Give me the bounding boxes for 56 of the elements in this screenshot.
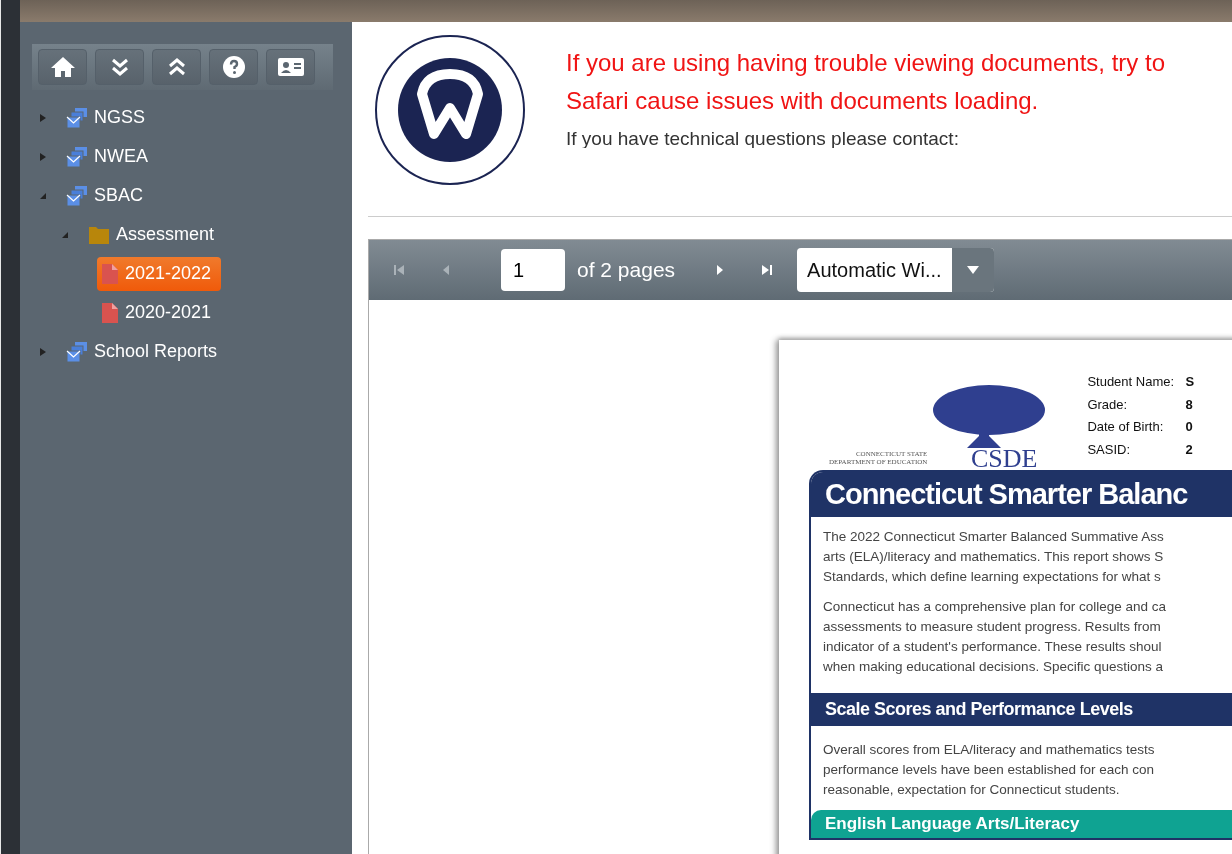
caret-down-icon: [967, 266, 980, 274]
report-title: Connecticut Smarter Balanc: [811, 472, 1232, 517]
report-text-line: when making educational decisions. Specific questions a: [823, 658, 1164, 676]
collapsed-arrow-icon[interactable]: [38, 151, 48, 162]
report-text-line: Connecticut has a comprehensive plan for college and ca: [823, 598, 1167, 616]
report-text-line: performance levels have been established for each con: [823, 761, 1155, 779]
folder-icon: [88, 224, 110, 245]
report-text-line: reasonable, expectation for Connecticut students.: [823, 781, 1121, 799]
stacked-documents-icon: [66, 340, 88, 363]
profile-button[interactable]: [266, 49, 315, 85]
agency-logo-text: CSDE: [970, 448, 1038, 470]
last-page-icon[interactable]: [761, 264, 774, 276]
report-text-line: indicator of a student's performance. These results shoul: [823, 638, 1163, 656]
zoom-dropdown[interactable]: Automatic Wi...: [797, 248, 995, 292]
stacked-documents-icon: [66, 145, 88, 168]
report-text-line: arts (ELA)/literacy and mathematics. This report shows S: [823, 548, 1165, 566]
field-value: 0: [1185, 419, 1193, 436]
page-number-field[interactable]: 1: [501, 249, 565, 291]
field-value: 8: [1185, 396, 1193, 414]
expand-button[interactable]: [95, 49, 144, 85]
field-label: SASID:: [1087, 441, 1131, 459]
collapsed-arrow-icon[interactable]: [38, 112, 48, 123]
field-value: S: [1185, 374, 1195, 391]
tree-item[interactable]: Assessment: [84, 218, 225, 251]
section-heading: Scale Scores and Performance Levels: [811, 693, 1232, 726]
field-label: Date of Birth:: [1087, 419, 1165, 436]
tree-item[interactable]: NWEA: [62, 139, 158, 174]
pdf-file-icon: [101, 262, 119, 285]
report-text-line: The 2022 Connecticut Smarter Balanced Summative Ass: [823, 528, 1165, 546]
stacked-documents-icon: [66, 106, 88, 129]
report-text-line: Standards, which define learning expectations for what s: [823, 568, 1162, 586]
subject-heading: English Language Arts/Literacy: [811, 810, 1232, 838]
warning-text: If you are using having trouble viewing documents, try to: [566, 48, 1165, 78]
id-card-icon: [276, 57, 305, 77]
field-label: Grade:: [1087, 396, 1129, 414]
page-count-text: of 2 pages: [577, 258, 676, 282]
home-icon: [49, 56, 76, 78]
field-value: 2: [1185, 441, 1193, 459]
pdf-file-icon: [101, 301, 119, 324]
tree-item[interactable]: NGSS: [62, 100, 155, 135]
tree-item[interactable]: 2021-2022: [97, 256, 222, 291]
double-chevron-down-icon: [109, 57, 130, 77]
double-chevron-up-icon: [166, 57, 187, 77]
help-button[interactable]: [209, 49, 258, 85]
field-label: Student Name:: [1087, 374, 1176, 391]
home-button[interactable]: [38, 49, 87, 85]
tree-item[interactable]: SBAC: [62, 178, 154, 213]
stacked-documents-icon: [66, 184, 88, 207]
report-text-line: assessments to measure student progress. Results from: [823, 618, 1162, 636]
collapse-button[interactable]: [152, 49, 201, 85]
tree-item[interactable]: School Reports: [62, 334, 228, 369]
help-icon: [221, 55, 246, 79]
warning-text: Safari cause issues with documents loading.: [566, 86, 1040, 116]
report-text-line: Overall scores from ELA/literacy and mathematics tests: [823, 741, 1156, 759]
collapsed-arrow-icon[interactable]: [38, 346, 48, 357]
tree-item[interactable]: 2020-2021: [97, 295, 222, 330]
